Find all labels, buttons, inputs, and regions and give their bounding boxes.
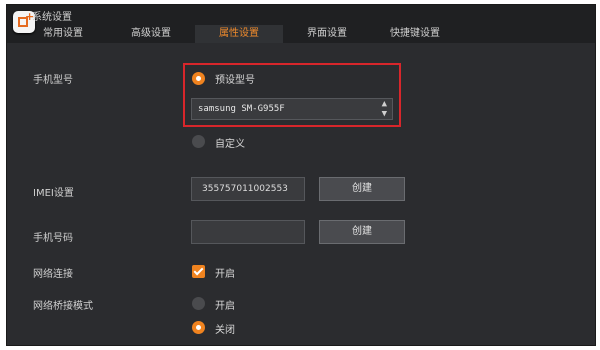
bridge-off-radio[interactable] [192,321,205,334]
highlight-box [183,63,401,127]
imei-create-button[interactable]: 创建 [319,177,405,201]
title-bar: + 系统设置 常用设置 高级设置 属性设置 界面设置 快捷键设置 [7,5,595,43]
tab-advanced[interactable]: 高级设置 [107,25,195,43]
bridge-on-radio[interactable] [192,297,205,310]
tab-general[interactable]: 常用设置 [19,25,107,43]
bridge-mode-label: 网络桥接模式 [33,301,93,312]
imei-input[interactable]: 355757011002553 [191,177,305,201]
network-checkbox[interactable] [192,265,205,278]
custom-model-label: 自定义 [215,139,245,150]
phone-number-create-button[interactable]: 创建 [319,220,405,244]
custom-model-radio[interactable] [192,135,205,148]
phone-number-label: 手机号码 [33,233,73,244]
phone-number-input[interactable] [191,220,305,244]
tab-interface[interactable]: 界面设置 [283,25,371,43]
network-label: 网络连接 [33,269,73,280]
properties-panel: 手机型号 预设型号 samsung SM-G955F ▲ ▼ 自定义 IMEI设置… [7,43,595,345]
phone-model-label: 手机型号 [33,75,73,86]
network-checkbox-label: 开启 [215,269,235,280]
bridge-on-label: 开启 [215,301,235,312]
window-title: 系统设置 [32,12,72,23]
imei-label: IMEI设置 [33,188,74,199]
tab-bar: 常用设置 高级设置 属性设置 界面设置 快捷键设置 [19,25,459,43]
tab-properties[interactable]: 属性设置 [195,25,283,43]
settings-window: + 系统设置 常用设置 高级设置 属性设置 界面设置 快捷键设置 手机型号 预设… [6,4,596,346]
bridge-off-label: 关闭 [215,325,235,336]
tab-shortcuts[interactable]: 快捷键设置 [371,25,459,43]
